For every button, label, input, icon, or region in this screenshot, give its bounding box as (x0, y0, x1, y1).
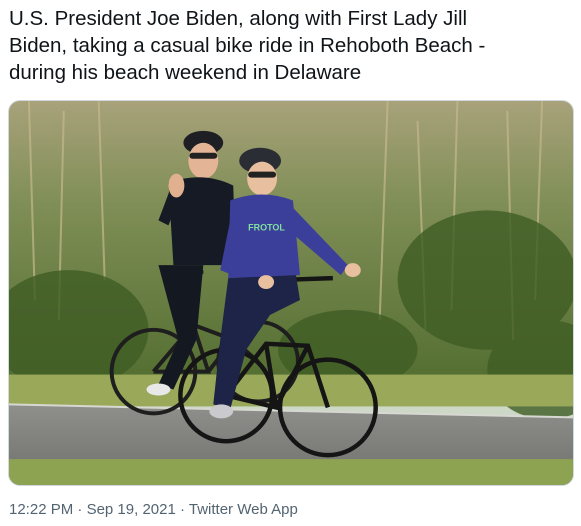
tweet-text: U.S. President Joe Biden, along with Fir… (9, 7, 486, 84)
bike-ride-photo: FROTOL (9, 101, 573, 485)
tweet-timestamp-time[interactable]: 12:22 PM (9, 501, 73, 518)
tweet-source-link[interactable]: Twitter Web App (189, 501, 298, 518)
tweet-timestamp-date[interactable]: Sep 19, 2021 (87, 501, 176, 518)
tweet-photo[interactable]: FROTOL (8, 100, 574, 486)
meta-separator: · (73, 501, 87, 518)
tweet-metadata: 12:22 PM · Sep 19, 2021 · Twitter Web Ap… (9, 500, 298, 520)
meta-separator-2: · (175, 501, 189, 518)
shirt-logo-text: FROTOL (248, 222, 285, 232)
